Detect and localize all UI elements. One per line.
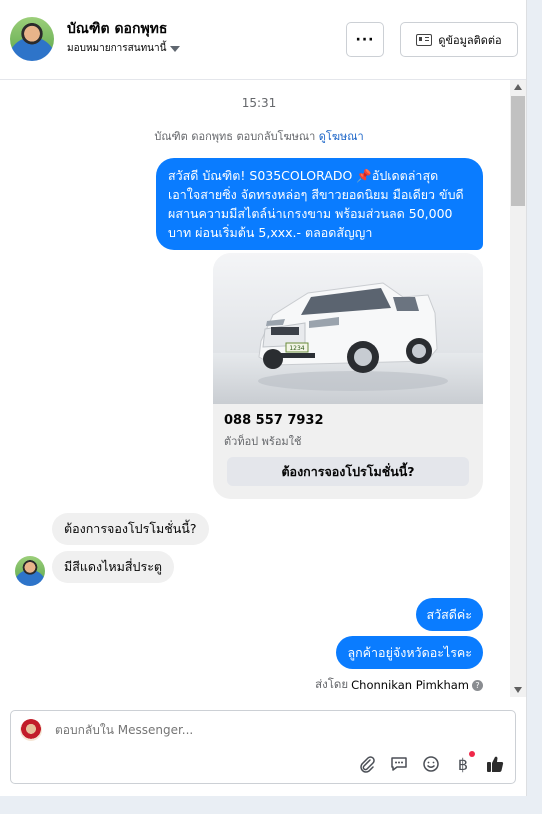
sender-avatar[interactable] xyxy=(15,556,45,586)
emoji-icon[interactable] xyxy=(421,754,441,774)
card-title: 088 557 7932 xyxy=(224,413,324,428)
outgoing-ad-message: สวัสดี บัณฑิต! S035COLORADO 📌อัปเดตล่าสุ… xyxy=(156,158,483,250)
composer-toolbar: ฿ xyxy=(357,751,505,774)
outgoing-message: ลูกค้าอยู่จังหวัดอะไรคะ xyxy=(336,636,483,669)
page-avatar xyxy=(20,719,42,741)
incoming-message: ต้องการจองโปรโมชั่นนี้? xyxy=(52,513,209,545)
message-timestamp: 15:31 xyxy=(241,96,277,110)
conversation-header: บัณฑิต ดอกพุทธ มอบหมายการสนทนานี้ ··· ดู… xyxy=(0,0,526,80)
scroll-down-arrow-icon[interactable] xyxy=(514,687,522,693)
sent-by-prefix: ส่งโดย xyxy=(315,677,349,691)
baht-icon[interactable]: ฿ xyxy=(453,751,475,774)
car-image: 1234 xyxy=(213,253,483,404)
ad-reply-note: บัณฑิต ดอกพุทธ ตอบกลับโฆษณา ดูโฆษณา xyxy=(0,127,518,145)
scroll-up-arrow-icon[interactable] xyxy=(514,84,522,90)
view-contact-button[interactable]: ดูข้อมูลติดต่อ xyxy=(400,22,518,57)
ad-reply-text: บัณฑิต ดอกพุทธ ตอบกลับโฆษณา xyxy=(154,130,316,143)
pickup-truck-image: 1234 xyxy=(258,282,448,391)
outgoing-message: สวัสดีค่ะ xyxy=(415,598,483,631)
caret-down-icon xyxy=(170,45,181,52)
card-subtitle: ตัวท็อป พร้อมใช้ xyxy=(224,435,302,448)
assign-conversation-dropdown[interactable]: มอบหมายการสนทนานี้ xyxy=(67,41,181,56)
ad-card[interactable]: 1234 088 557 7932 ตัวท็อป พร้อมใช้ ต้องก… xyxy=(213,253,483,499)
reply-input[interactable] xyxy=(55,723,355,737)
like-icon[interactable] xyxy=(485,754,505,774)
sent-by-name: Chonnikan Pimkham xyxy=(351,678,469,692)
book-promotion-button[interactable]: ต้องการจองโปรโมชั่นนี้? xyxy=(227,457,469,486)
contact-card-icon xyxy=(416,33,433,46)
sent-by-note: ส่งโดย Chonnikan Pimkham ? xyxy=(315,676,483,694)
view-contact-label: ดูข้อมูลติดต่อ xyxy=(438,33,502,47)
license-plate: 1234 xyxy=(289,345,304,352)
chat-icon[interactable] xyxy=(389,754,409,774)
more-options-button[interactable]: ··· xyxy=(346,22,384,57)
view-ad-link[interactable]: ดูโฆษณา xyxy=(319,130,364,143)
avatar[interactable] xyxy=(10,17,54,61)
scroll-thumb[interactable] xyxy=(511,96,525,206)
scrollbar[interactable] xyxy=(510,80,526,697)
contact-name[interactable]: บัณฑิต ดอกพุทธ xyxy=(67,18,167,40)
assign-label: มอบหมายการสนทนานี้ xyxy=(67,43,167,54)
question-mark-icon[interactable]: ? xyxy=(472,679,483,691)
conversation-panel: บัณฑิต ดอกพุทธ มอบหมายการสนทนานี้ ··· ดู… xyxy=(0,0,527,796)
message-composer[interactable]: ฿ xyxy=(10,710,516,784)
attach-icon[interactable] xyxy=(357,754,377,774)
notification-dot xyxy=(469,751,475,757)
incoming-message: มีสีแดงไหมสี่ประตู xyxy=(52,551,175,583)
